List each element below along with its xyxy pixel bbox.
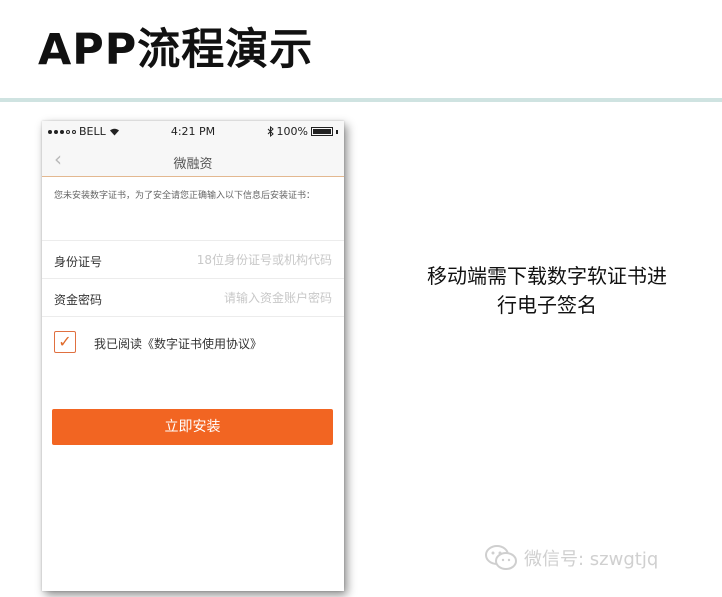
- id-number-row: 身份证号: [42, 241, 344, 279]
- certificate-notice: 您未安装数字证书，为了安全请您正确输入以下信息后安装证书：: [42, 177, 344, 241]
- fund-password-row: 资金密码: [42, 279, 344, 317]
- caption-line-1: 移动端需下载数字软证书进: [427, 264, 667, 288]
- slide: APP流程演示 BELL 4:21 PM 100% ‹ 微融资 您未安装数字证书…: [0, 0, 722, 597]
- status-bar: BELL 4:21 PM 100%: [42, 121, 344, 143]
- nav-bar: ‹ 微融资: [42, 143, 344, 177]
- title-divider: [0, 98, 722, 102]
- checkmark-icon: ✓: [58, 332, 72, 351]
- watermark: 微信号: szwgtjq: [484, 544, 658, 572]
- id-number-input[interactable]: [162, 249, 332, 271]
- slide-caption: 移动端需下载数字软证书进 行电子签名: [382, 262, 712, 320]
- fund-password-input[interactable]: [162, 287, 332, 309]
- slide-title: APP流程演示: [38, 25, 314, 75]
- id-number-label: 身份证号: [54, 255, 103, 269]
- status-right: 100%: [267, 125, 338, 138]
- wechat-icon: [485, 545, 517, 570]
- bluetooth-icon: [267, 126, 274, 137]
- watermark-text: 微信号: szwgtjq: [524, 549, 659, 570]
- install-now-button[interactable]: 立即安装: [52, 409, 333, 445]
- agreement-row: ✓ 我已阅读《数字证书使用协议》: [42, 317, 344, 369]
- agreement-checkbox[interactable]: ✓: [54, 331, 76, 353]
- phone-mockup: BELL 4:21 PM 100% ‹ 微融资 您未安装数字证书，为了安全请您正…: [42, 121, 344, 591]
- fund-password-label: 资金密码: [54, 293, 103, 307]
- battery-percent: 100%: [276, 125, 308, 138]
- battery-tip: [336, 129, 338, 134]
- caption-line-2: 行电子签名: [497, 293, 597, 317]
- agreement-text[interactable]: 我已阅读《数字证书使用协议》: [94, 335, 262, 352]
- nav-title: 微融资: [173, 157, 213, 172]
- battery-icon: [311, 127, 333, 136]
